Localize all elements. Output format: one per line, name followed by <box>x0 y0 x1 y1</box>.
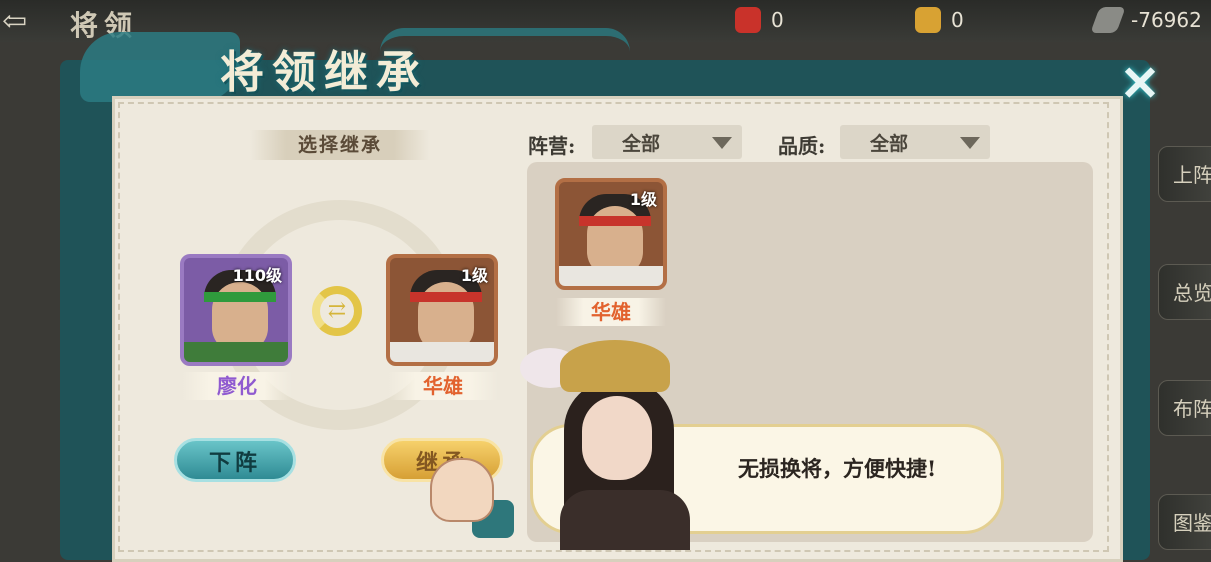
swap-arrows-icon: ⇄ <box>312 286 362 336</box>
resource-value: 0 <box>771 8 784 32</box>
side-tab-gallery[interactable]: 图鉴 <box>1158 494 1211 550</box>
back-button[interactable]: ⇦ <box>2 6 64 38</box>
target-general-name: 华雄 <box>388 372 498 400</box>
level-badge: 110级 <box>232 266 282 285</box>
resource-value: -76962 <box>1131 8 1202 32</box>
close-icon: ✕ <box>1119 56 1161 112</box>
level-badge: 1级 <box>460 266 488 285</box>
red-token-icon <box>735 7 761 33</box>
advisor-speech-text: 无损换将，方便快捷! <box>738 456 937 481</box>
resource-red-token: 0 <box>735 6 784 34</box>
list-item-general-portrait[interactable]: 1级 <box>555 178 667 290</box>
section-header: 选择继承 <box>250 130 430 160</box>
side-tab-formation[interactable]: 布阵 <box>1158 380 1211 436</box>
back-arrow-icon: ⇦ <box>2 4 28 39</box>
camp-filter-label: 阵营: <box>528 134 576 158</box>
list-item-general-name: 华雄 <box>556 298 666 326</box>
resource-gold-token: 0 <box>915 6 964 34</box>
side-tab-overview[interactable]: 总览 <box>1158 264 1211 320</box>
scroll-icon <box>1090 7 1126 33</box>
tutorial-pointer-hand-icon <box>430 458 494 522</box>
camp-filter-select[interactable]: 全部 <box>592 125 742 159</box>
advisor-character <box>520 340 700 550</box>
source-general-name: 廖化 <box>182 372 292 400</box>
resource-scroll: -76962 <box>1090 6 1202 34</box>
resource-value: 0 <box>951 8 964 32</box>
quality-filter-select[interactable]: 全部 <box>840 125 990 159</box>
close-button[interactable]: ✕ <box>1112 56 1168 112</box>
dialog-title: 将领继承 <box>220 47 428 98</box>
quality-filter-value: 全部 <box>870 133 909 155</box>
dismiss-button[interactable]: 下阵 <box>174 438 296 482</box>
dropdown-arrow-icon <box>712 137 732 149</box>
side-tab-lineup[interactable]: 上阵 <box>1158 146 1211 202</box>
dropdown-arrow-icon <box>960 137 980 149</box>
source-general-portrait[interactable]: 110级 <box>180 254 292 366</box>
dragon-ornament <box>80 32 240 102</box>
level-badge: 1级 <box>629 190 657 209</box>
quality-filter-label: 品质: <box>778 134 826 158</box>
gold-token-icon <box>915 7 941 33</box>
target-general-portrait[interactable]: 1级 <box>386 254 498 366</box>
camp-filter-value: 全部 <box>622 133 661 155</box>
